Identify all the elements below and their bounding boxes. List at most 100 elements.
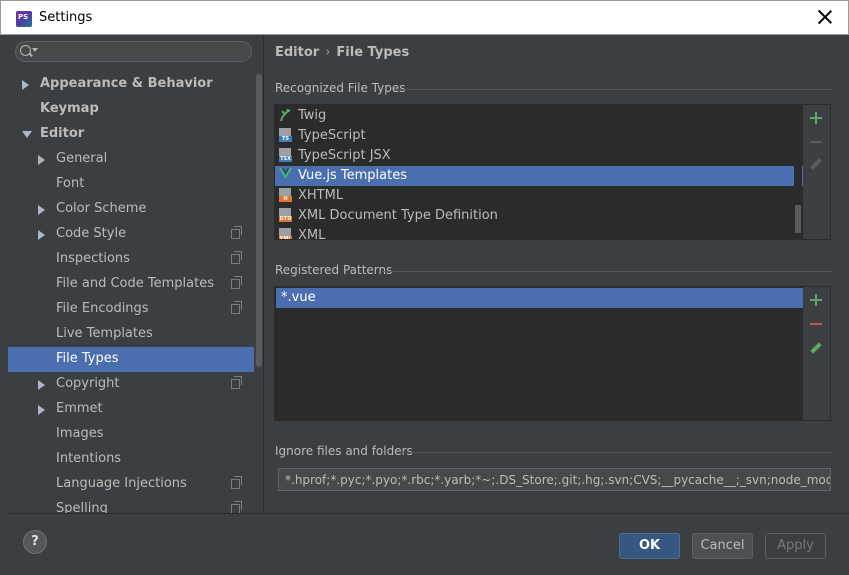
sidebar-item-copyright[interactable]: Copyright — [8, 372, 254, 397]
help-button[interactable]: ? — [23, 530, 47, 554]
section-divider — [382, 271, 832, 272]
sidebar-item-font[interactable]: Font — [8, 172, 254, 197]
sidebar-item-appearance-behavior[interactable]: Appearance & Behavior — [8, 72, 254, 97]
sidebar-item-spelling[interactable]: Spelling — [8, 497, 254, 513]
sidebar-item-label: Spelling — [56, 501, 108, 513]
ignore-files-value: *.hprof;*.pyc;*.pyo;*.rbc;*.yarb;*~;.DS_… — [285, 473, 830, 487]
file-type-row[interactable]: Twig — [275, 106, 803, 126]
chevron-down-icon[interactable] — [32, 48, 38, 52]
sidebar-item-keymap[interactable]: Keymap — [8, 97, 254, 122]
breadcrumb-editor[interactable]: Editor — [275, 45, 319, 60]
file-type-name: TypeScript — [298, 128, 366, 143]
file-types-list-body: Twig TS TypeScript TSX TypeScript JSX Vue.js … — [275, 105, 805, 239]
dialog-footer: ? OK Cancel Apply — [8, 513, 849, 575]
sidebar-item-editor[interactable]: Editor — [8, 122, 254, 147]
project-scope-icon — [231, 376, 242, 389]
sidebar-item-label: Keymap — [40, 101, 99, 116]
sidebar-item-label: Images — [56, 426, 104, 441]
file-type-name: TypeScript JSX — [298, 148, 391, 163]
cancel-button[interactable]: Cancel — [692, 533, 753, 559]
tsx-file-icon: TSX — [279, 148, 292, 162]
phpstorm-app-icon: PS — [16, 11, 32, 27]
chevron-right-icon[interactable] — [22, 80, 29, 90]
pattern-row[interactable]: *.vue — [276, 288, 804, 308]
recognized-file-types-label: Recognized File Types — [275, 81, 406, 95]
sidebar-item-label: File and Code Templates — [56, 276, 214, 291]
add-pattern-button[interactable] — [810, 294, 822, 306]
chevron-right-icon[interactable] — [38, 230, 45, 240]
project-scope-icon — [231, 251, 242, 264]
file-type-row[interactable]: DTD XML Document Type Definition — [275, 206, 803, 226]
file-type-name: XHTML — [298, 188, 344, 203]
registered-patterns-label: Registered Patterns — [275, 263, 393, 277]
ok-button[interactable]: OK — [619, 533, 680, 559]
sidebar-item-label: Language Injections — [56, 476, 187, 491]
sidebar-item-images[interactable]: Images — [8, 422, 254, 447]
file-type-row[interactable]: Vue.js Templates — [275, 166, 803, 186]
remove-file-type-button[interactable] — [810, 136, 822, 148]
sidebar-item-general[interactable]: General — [8, 147, 254, 172]
sidebar-item-label: Color Scheme — [56, 201, 147, 216]
sidebar-item-label: Inspections — [56, 251, 130, 266]
file-types-toolbar — [803, 105, 830, 239]
file-type-row[interactable]: TS TypeScript — [275, 126, 803, 146]
apply-button[interactable]: Apply — [765, 533, 826, 559]
settings-tree: Appearance & Behavior Keymap Editor General… — [8, 72, 254, 513]
chevron-right-icon[interactable] — [38, 405, 45, 415]
project-scope-icon — [231, 276, 242, 289]
sidebar-item-language-injections[interactable]: Language Injections — [8, 472, 254, 497]
sidebar-item-intentions[interactable]: Intentions — [8, 447, 254, 472]
file-type-row[interactable]: TSX TypeScript JSX — [275, 146, 803, 166]
ignore-files-label: Ignore files and folders — [275, 444, 413, 458]
sidebar-item-label: Appearance & Behavior — [40, 76, 213, 91]
section-divider — [400, 452, 832, 453]
sidebar-scrollbar[interactable] — [255, 72, 263, 513]
title-bar: PS Settings — [0, 0, 849, 35]
file-types-scrollbar[interactable] — [794, 105, 802, 239]
file-type-row[interactable]: H XHTML — [275, 186, 803, 206]
dtd-file-icon: DTD — [279, 208, 292, 222]
sidebar-item-label: Font — [56, 176, 85, 191]
close-icon[interactable] — [818, 10, 832, 24]
sidebar-item-label: General — [56, 151, 108, 166]
sidebar-item-file-types[interactable]: File Types — [8, 347, 254, 372]
sidebar-item-label: Code Style — [56, 226, 127, 241]
sidebar-item-file-encodings[interactable]: File Encodings — [8, 297, 254, 322]
ignore-files-input[interactable]: *.hprof;*.pyc;*.pyo;*.rbc;*.yarb;*~;.DS_… — [278, 468, 831, 491]
recognized-file-types-list[interactable]: Twig TS TypeScript TSX TypeScript JSX Vue.js … — [274, 104, 831, 240]
file-type-name: XML — [298, 228, 326, 239]
settings-search-input[interactable] — [15, 41, 252, 62]
settings-sidebar: Appearance & Behavior Keymap Editor General… — [8, 35, 263, 513]
chevron-down-icon[interactable] — [22, 131, 32, 138]
scrollbar-thumb[interactable] — [795, 205, 801, 233]
chevron-right-icon[interactable] — [38, 205, 45, 215]
sidebar-item-inspections[interactable]: Inspections — [8, 247, 254, 272]
scrollbar-thumb[interactable] — [256, 74, 262, 367]
file-type-name: Vue.js Templates — [298, 168, 407, 183]
sidebar-item-code-style[interactable]: Code Style — [8, 222, 254, 247]
project-scope-icon — [231, 501, 242, 513]
chevron-right-icon[interactable] — [38, 380, 45, 390]
sidebar-item-color-scheme[interactable]: Color Scheme — [8, 197, 254, 222]
add-file-type-button[interactable] — [810, 112, 822, 124]
section-divider — [395, 89, 832, 90]
project-scope-icon — [231, 476, 242, 489]
sidebar-item-label: File Types — [56, 351, 119, 366]
file-type-row[interactable]: XML XML — [275, 226, 803, 239]
patterns-toolbar — [803, 287, 830, 420]
twig-icon — [279, 108, 291, 122]
registered-patterns-list[interactable]: *.vue — [274, 286, 831, 421]
breadcrumb: Editor › File Types — [275, 45, 409, 60]
sidebar-item-label: Live Templates — [56, 326, 153, 341]
chevron-right-icon[interactable] — [38, 155, 45, 165]
sidebar-item-file-and-code-templates[interactable]: File and Code Templates — [8, 272, 254, 297]
edit-file-type-button[interactable] — [810, 158, 822, 170]
sidebar-item-label: Intentions — [56, 451, 122, 466]
sidebar-item-emmet[interactable]: Emmet — [8, 397, 254, 422]
file-type-name: XML Document Type Definition — [298, 208, 498, 223]
edit-pattern-button[interactable] — [810, 342, 822, 354]
sidebar-item-live-templates[interactable]: Live Templates — [8, 322, 254, 347]
window-title: Settings — [39, 10, 93, 25]
project-scope-icon — [231, 226, 242, 239]
remove-pattern-button[interactable] — [810, 318, 822, 330]
